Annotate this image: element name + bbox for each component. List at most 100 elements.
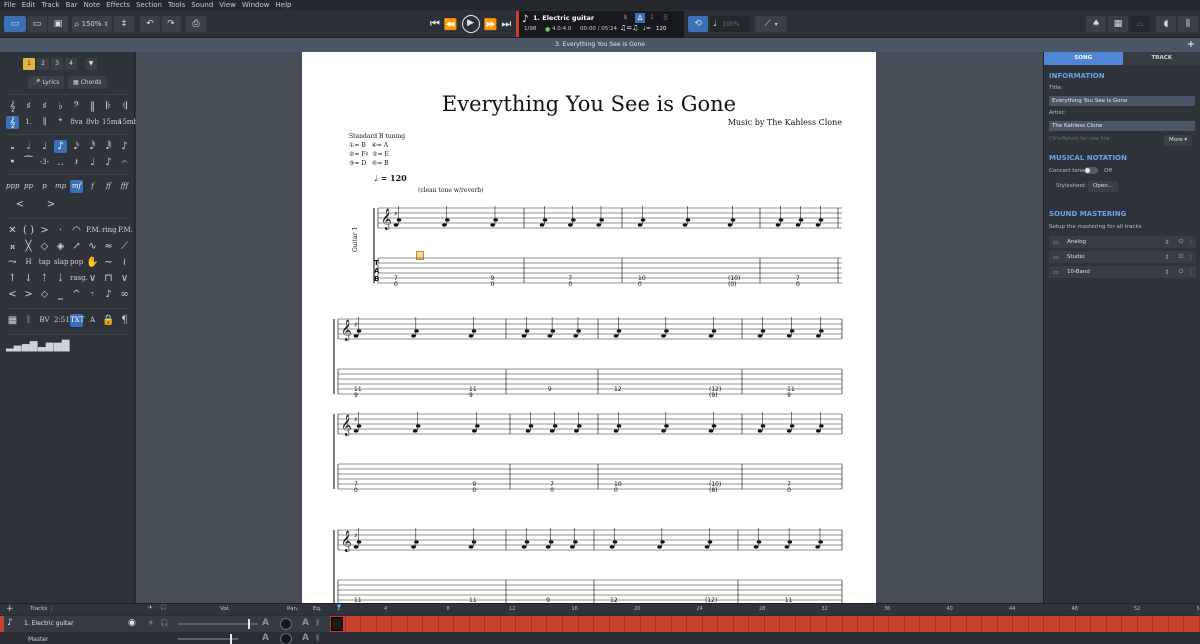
timeline-bar-cell[interactable] — [1013, 616, 1029, 632]
bv-label[interactable]: BV — [38, 314, 51, 327]
slap-icon[interactable]: slap — [54, 256, 69, 269]
half-note-icon[interactable]: 𝅗𝅥 — [22, 140, 35, 153]
master-volume-knob[interactable] — [230, 634, 232, 644]
track-timeline[interactable] — [330, 616, 1200, 632]
mastering-row-analog[interactable]: ▭ Analog ⇕ ⏻ ⋮ — [1049, 236, 1196, 248]
tap-icon[interactable]: tap — [38, 256, 51, 269]
spinner-icon[interactable]: ⇕ — [1162, 269, 1172, 276]
note-head[interactable] — [727, 223, 733, 227]
note-head[interactable] — [393, 223, 399, 227]
pick-up-icon[interactable]: ↑ — [6, 272, 19, 285]
dotted-note-icon[interactable]: • — [6, 156, 19, 169]
tab-fret[interactable]: 0 — [491, 281, 495, 288]
fermata-icon[interactable]: 𝄐 — [118, 156, 131, 169]
guitar-view-button[interactable]: ♠ — [1086, 16, 1106, 32]
view-page-button[interactable]: ▭ — [4, 16, 26, 32]
let-ring-text-icon[interactable]: ring — [102, 224, 117, 237]
menu-help[interactable]: Help — [276, 0, 298, 10]
note-head[interactable] — [704, 545, 710, 549]
dynamic-pp-icon[interactable]: pp — [22, 180, 35, 193]
timeline-bar-cell[interactable] — [346, 616, 362, 632]
note-head[interactable] — [356, 540, 362, 544]
note-head[interactable] — [356, 329, 362, 333]
concert-tone-toggle[interactable] — [1084, 167, 1098, 174]
key-signature[interactable]: ♯ — [394, 210, 397, 218]
bar-line-icon[interactable]: ‖ — [86, 100, 99, 113]
timeline-bar-cell[interactable] — [1044, 616, 1060, 632]
tab-fret[interactable]: 9 — [354, 392, 358, 399]
title-field[interactable]: Everything You See is Gone — [1049, 96, 1195, 106]
menu-section[interactable]: Section — [136, 0, 168, 10]
txt-label[interactable]: TXT — [70, 314, 84, 327]
treble-clef[interactable]: 𝄞 — [341, 531, 352, 552]
drum-view-button[interactable]: ⌓ — [1130, 16, 1150, 32]
note-head[interactable] — [576, 329, 581, 333]
timeline-bar-cell[interactable] — [718, 616, 734, 632]
tab-fret[interactable]: 0 — [614, 487, 618, 494]
note-head[interactable] — [664, 329, 669, 333]
note-head[interactable] — [521, 334, 527, 338]
note-head[interactable] — [640, 218, 646, 222]
menu-bar-item[interactable]: Bar — [66, 0, 84, 10]
note-head[interactable] — [471, 329, 477, 333]
tab-fret[interactable]: (8) — [709, 487, 718, 494]
note-head[interactable] — [609, 545, 615, 549]
automation-volume-icon[interactable]: ▂▄ — [6, 340, 21, 353]
note-head[interactable] — [786, 334, 792, 338]
timeline-bar-cell[interactable] — [610, 616, 626, 632]
tab-fret[interactable]: 9 — [548, 386, 552, 393]
note-head[interactable] — [411, 545, 416, 549]
harmonic-icon[interactable]: ◈ — [54, 240, 67, 253]
tuplet-icon[interactable]: -3- — [38, 156, 51, 169]
ghost-note-icon[interactable]: ( ) — [22, 224, 35, 237]
dynamic-f-icon[interactable]: f — [86, 180, 99, 193]
timeline-bar-cell[interactable] — [470, 616, 486, 632]
text-box-icon[interactable]: A — [86, 314, 99, 327]
key-sharp-icon[interactable]: ♯ — [38, 100, 51, 113]
redo-button[interactable]: ↷ — [161, 16, 181, 32]
timeline-bar-cell[interactable] — [920, 616, 936, 632]
rest-symbol-icon[interactable]: 𝄾 — [86, 288, 99, 301]
timeline-bar-cell[interactable] — [843, 616, 859, 632]
note-head[interactable] — [412, 429, 418, 433]
undo-button[interactable]: ↶ — [140, 16, 160, 32]
new-tab-plus-icon[interactable]: + — [1186, 39, 1196, 51]
cross-icon[interactable]: ╳ — [22, 240, 35, 253]
timeline-bar-cell[interactable] — [967, 616, 983, 632]
ottava-bassa-icon[interactable]: 8vb — [86, 116, 99, 129]
note-head[interactable] — [795, 223, 801, 227]
note-head[interactable] — [815, 545, 820, 549]
greater-than-icon[interactable]: > — [22, 288, 35, 301]
slide-icon[interactable]: ⟋ — [118, 240, 131, 253]
menu-note[interactable]: Note — [84, 0, 107, 10]
timeline-bar-cell[interactable] — [1076, 616, 1092, 632]
note-head[interactable] — [682, 223, 688, 227]
fermata-note-icon[interactable]: ♪ — [102, 156, 115, 169]
timeline-bar-cell[interactable] — [547, 616, 563, 632]
master-volume-slider[interactable] — [178, 638, 238, 640]
eq-icon[interactable]: ⫼ — [316, 619, 319, 628]
timeline-bar-cell[interactable] — [734, 616, 750, 632]
note-head[interactable] — [637, 223, 643, 227]
note-head[interactable] — [708, 334, 714, 338]
spinner-icon[interactable]: ⇕ — [1162, 254, 1172, 261]
note-head[interactable] — [760, 424, 766, 428]
clef-icon[interactable]: 𝄢 — [70, 100, 83, 113]
note-head[interactable] — [707, 540, 713, 544]
timeline-bar-cell[interactable] — [439, 616, 455, 632]
speed-select[interactable]: ♩ 100% — [710, 16, 750, 32]
note-head[interactable] — [414, 540, 419, 544]
voice-1-button[interactable]: 1 — [23, 58, 35, 70]
diamond-accent-icon[interactable]: ⬦ — [38, 288, 51, 301]
playhead-bar[interactable] — [331, 617, 343, 631]
score-staves[interactable]: 𝄞 ♯709070100(10)(0)70𝄞 ♯1191199 12 (12)(9)11… — [302, 52, 876, 603]
dynamic-mp-icon[interactable]: mp — [54, 180, 67, 193]
note-head[interactable] — [573, 540, 578, 544]
note-head[interactable] — [757, 429, 763, 433]
note-head[interactable] — [685, 218, 691, 222]
tab-fret[interactable]: 9 — [787, 392, 791, 399]
note-head[interactable] — [664, 424, 669, 428]
note-head[interactable] — [574, 429, 579, 433]
menu-effects[interactable]: Effects — [106, 0, 136, 10]
less-than-icon[interactable]: < — [6, 288, 19, 301]
